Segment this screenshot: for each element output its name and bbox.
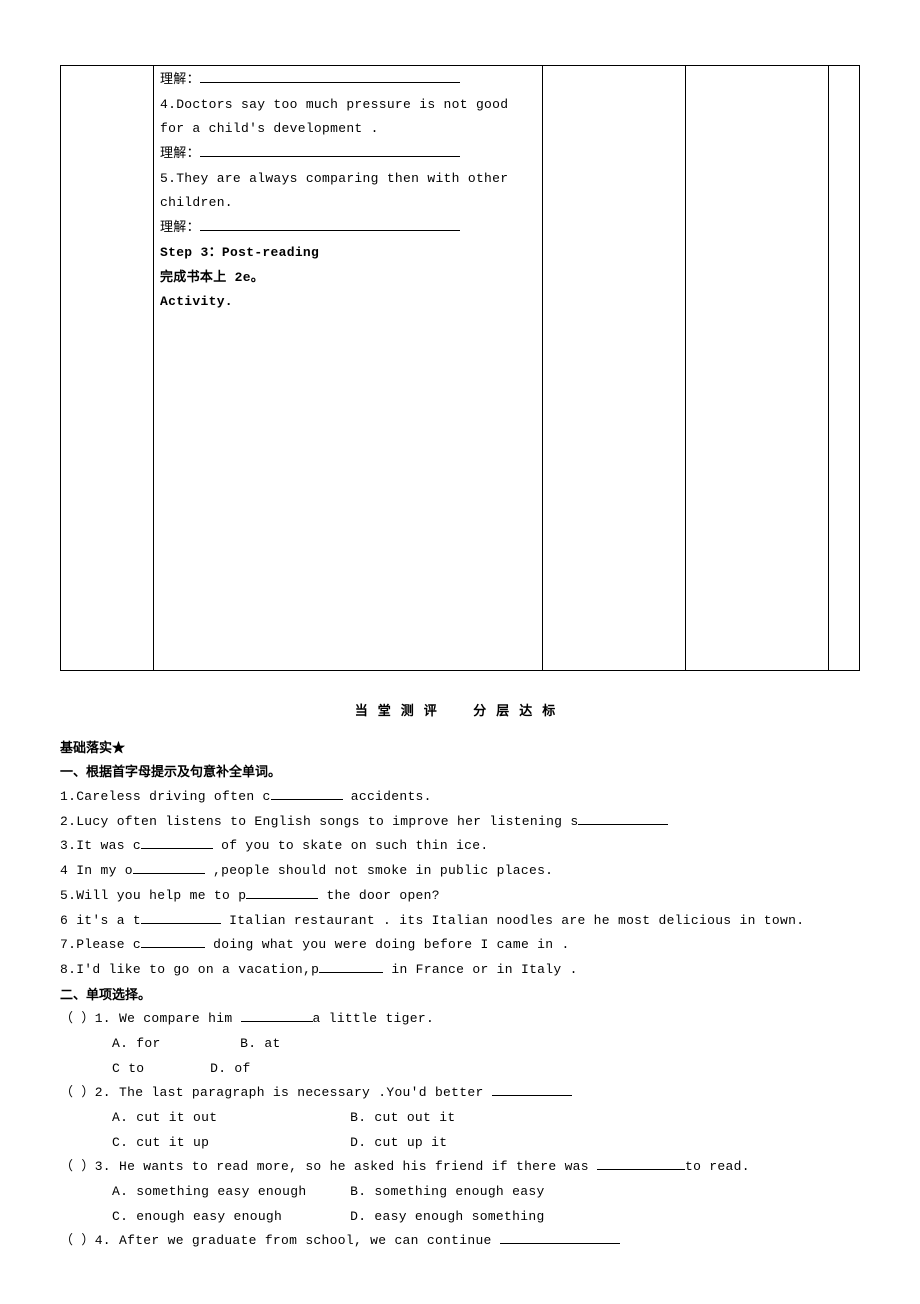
lixie-4: 理解： xyxy=(160,146,200,161)
lixie-3: 理解： xyxy=(160,72,200,87)
b-q3-options-row1: A. something easy enough B. something en… xyxy=(60,1180,860,1205)
a-q4: 4 In my o ,people should not smoke in pu… xyxy=(60,859,860,884)
b-q1-options-row1: A. for B. at xyxy=(60,1032,860,1057)
box-col1 xyxy=(61,66,154,671)
b-q2-opt-a[interactable]: A. cut it out xyxy=(112,1106,342,1131)
part-a-title: 一、根据首字母提示及句意补全单词。 xyxy=(60,760,860,785)
a-q3: 3.It was c of you to skate on such thin … xyxy=(60,834,860,859)
a-q5-a: 5.Will you help me to p xyxy=(60,888,246,903)
blank-input[interactable] xyxy=(141,936,205,949)
box-col3 xyxy=(543,66,686,671)
b-q1-after: a little tiger. xyxy=(313,1011,435,1026)
a-q6-a: 6 it's a t xyxy=(60,913,141,928)
a-q7: 7.Please c doing what you were doing bef… xyxy=(60,933,860,958)
finish-text: 完成书本上 2e。 xyxy=(160,266,536,291)
lixie-5: 理解： xyxy=(160,220,200,235)
blank-input[interactable] xyxy=(241,1010,313,1023)
b-q1: （ ）1. We compare him a little tiger. xyxy=(60,1007,860,1032)
a-q3-b: of you to skate on such thin ice. xyxy=(213,838,488,853)
b-q2: （ ）2. The last paragraph is necessary .Y… xyxy=(60,1081,860,1106)
box-col2: 理解： 4.Doctors say too much pressure is n… xyxy=(154,66,543,671)
blank-input[interactable] xyxy=(271,787,343,800)
part-b-title: 二、单项选择。 xyxy=(60,983,860,1008)
b-q3-opt-b[interactable]: B. something enough easy xyxy=(350,1180,544,1205)
b-q3-opt-d[interactable]: D. easy enough something xyxy=(350,1205,544,1230)
a-q6: 6 it's a t Italian restaurant . its Ital… xyxy=(60,909,860,934)
a-q1-b: accidents. xyxy=(343,789,432,804)
a-q2: 2.Lucy often listens to English songs to… xyxy=(60,810,860,835)
b-q3: （ ）3. He wants to read more, so he asked… xyxy=(60,1155,860,1180)
blank-input[interactable] xyxy=(319,960,383,973)
a-q3-a: 3.It was c xyxy=(60,838,141,853)
a-q4-a: 4 In my o xyxy=(60,863,133,878)
blank-input[interactable] xyxy=(597,1158,685,1171)
a-q5: 5.Will you help me to p the door open? xyxy=(60,884,860,909)
b-q3-opt-a[interactable]: A. something easy enough xyxy=(112,1180,342,1205)
b-q4-stem: （ ）4. After we graduate from school, we … xyxy=(60,1233,500,1248)
blank-input[interactable] xyxy=(246,886,318,899)
a-q8: 8.I'd like to go on a vacation,p in Fran… xyxy=(60,958,860,983)
section-title-right: 分层达标 xyxy=(473,703,565,718)
b-q2-opt-d[interactable]: D. cut up it xyxy=(350,1131,447,1156)
blank-input[interactable] xyxy=(141,837,213,850)
activity-text: Activity. xyxy=(160,290,536,315)
blank-input[interactable] xyxy=(141,911,221,924)
blank-input[interactable] xyxy=(500,1232,620,1245)
b-q3-stem: （ ）3. He wants to read more, so he asked… xyxy=(60,1159,597,1174)
a-q7-a: 7.Please c xyxy=(60,937,141,952)
b-q1-opt-c[interactable]: C to xyxy=(112,1057,202,1082)
worksheet-box: 理解： 4.Doctors say too much pressure is n… xyxy=(60,65,860,671)
b-q1-opt-d[interactable]: D. of xyxy=(210,1057,251,1082)
b-q2-options-row1: A. cut it out B. cut out it xyxy=(60,1106,860,1131)
section-title-left: 当堂测评 xyxy=(355,703,447,718)
b-q2-options-row2: C. cut it up D. cut up it xyxy=(60,1131,860,1156)
a-q8-b: in France or in Italy . xyxy=(383,962,577,977)
a-q1: 1.Careless driving often c accidents. xyxy=(60,785,860,810)
basics-label: 基础落实★ xyxy=(60,736,860,761)
a-q6-b: Italian restaurant . its Italian noodles… xyxy=(221,913,804,928)
blank-input[interactable] xyxy=(133,861,205,874)
b-q4: （ ）4. After we graduate from school, we … xyxy=(60,1229,860,1254)
a-q1-a: 1.Careless driving often c xyxy=(60,789,271,804)
b-q3-after: to read. xyxy=(685,1159,750,1174)
b-q1-options-row2: C to D. of xyxy=(60,1057,860,1082)
blank-line[interactable] xyxy=(200,144,460,157)
a-q8-a: 8.I'd like to go on a vacation,p xyxy=(60,962,319,977)
b-q2-stem: （ ）2. The last paragraph is necessary .Y… xyxy=(60,1085,492,1100)
b-q2-opt-b[interactable]: B. cut out it xyxy=(350,1106,455,1131)
b-q2-opt-c[interactable]: C. cut it up xyxy=(112,1131,342,1156)
a-q2-a: 2.Lucy often listens to English songs to… xyxy=(60,814,578,829)
sentence-4: 4.Doctors say too much pressure is not g… xyxy=(160,93,536,142)
b-q1-opt-a[interactable]: A. for xyxy=(112,1032,232,1057)
b-q1-stem: （ ）1. We compare him xyxy=(60,1011,241,1026)
blank-input[interactable] xyxy=(492,1084,572,1097)
b-q3-options-row2: C. enough easy enough D. easy enough som… xyxy=(60,1205,860,1230)
b-q1-opt-b[interactable]: B. at xyxy=(240,1032,281,1057)
b-q3-opt-c[interactable]: C. enough easy enough xyxy=(112,1205,342,1230)
a-q4-b: ,people should not smoke in public place… xyxy=(205,863,553,878)
box-col5 xyxy=(829,66,860,671)
a-q7-b: doing what you were doing before I came … xyxy=(205,937,570,952)
blank-line[interactable] xyxy=(200,218,460,231)
blank-input[interactable] xyxy=(578,812,668,825)
a-q5-b: the door open? xyxy=(318,888,440,903)
sentence-5: 5.They are always comparing then with ot… xyxy=(160,167,536,216)
blank-line[interactable] xyxy=(200,70,460,83)
section-title: 当堂测评 分层达标 xyxy=(60,699,860,724)
box-col4 xyxy=(686,66,829,671)
step3-heading: Step 3：Post-reading xyxy=(160,241,536,266)
